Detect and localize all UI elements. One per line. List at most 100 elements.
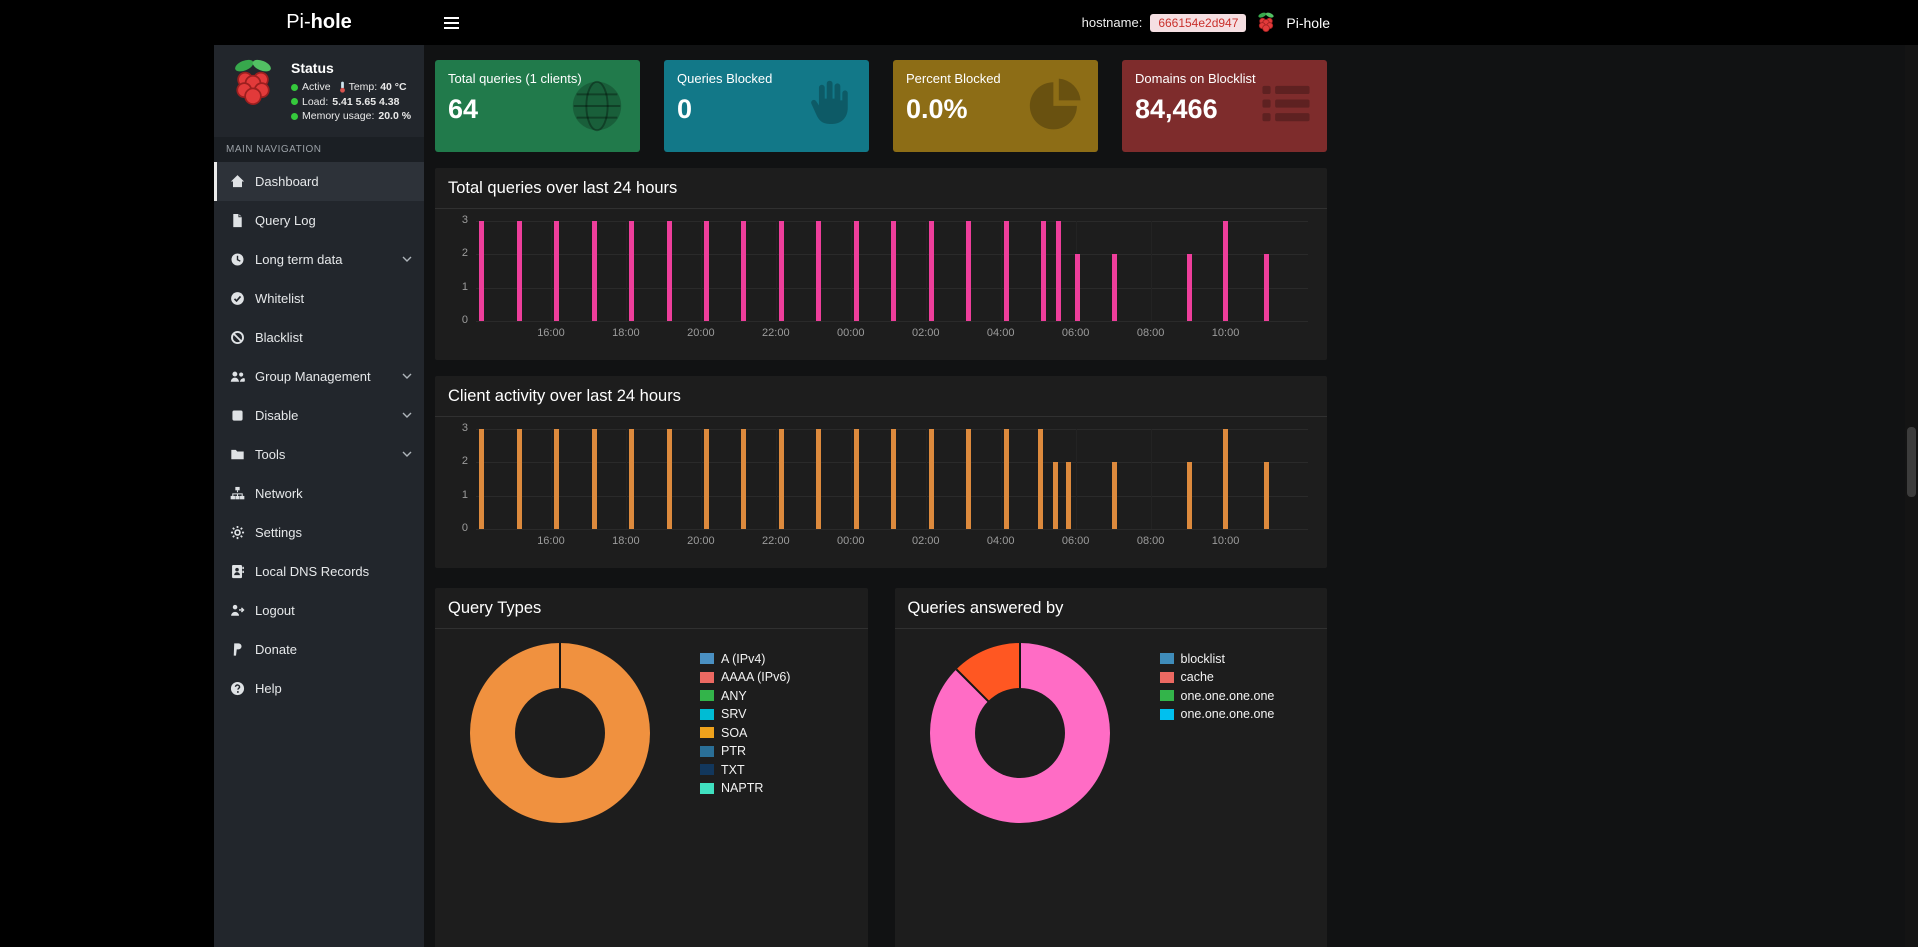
legend-item[interactable]: PTR: [700, 744, 790, 758]
sidebar-item-disable[interactable]: Disable: [214, 396, 424, 435]
legend-label: NAPTR: [721, 781, 763, 795]
bar: [779, 221, 784, 321]
y-tick-label: 1: [448, 281, 468, 293]
panel-divider: [435, 208, 1327, 209]
sidebar-item-label: Group Management: [255, 369, 371, 384]
v-gridline: [926, 221, 927, 321]
scrollbar-track[interactable]: [1905, 0, 1918, 947]
sidebar-item-label: Long term data: [255, 252, 342, 267]
x-tick-label: 16:00: [537, 535, 565, 547]
legend-item[interactable]: blocklist: [1160, 652, 1275, 666]
bar: [891, 221, 896, 321]
stat-card-percent-blocked: Percent Blocked0.0%: [893, 60, 1098, 152]
donut-hole: [515, 688, 605, 778]
bar: [854, 429, 859, 529]
sidebar-item-tools[interactable]: Tools: [214, 435, 424, 474]
sidebar-item-dashboard[interactable]: Dashboard: [214, 162, 424, 201]
query-types-legend: A (IPv4) AAAA (IPv6) ANY SRV SOA PTR TXT NAPTR: [700, 643, 790, 823]
sidebar-item-logout[interactable]: Logout: [214, 591, 424, 630]
v-gridline: [1151, 429, 1152, 529]
legend-item[interactable]: AAAA (IPv6): [700, 670, 790, 684]
y-tick-label: 2: [448, 247, 468, 259]
ban-icon: [230, 330, 245, 345]
legend-item[interactable]: one.one.one.one: [1160, 689, 1275, 703]
bar: [1056, 221, 1061, 321]
temp-wrap: Temp:40 °C: [339, 81, 407, 93]
status-line: ActiveTemp:40 °C: [291, 81, 411, 93]
status-lines: ActiveTemp:40 °CLoad:5.41 5.65 4.38Memor…: [291, 81, 411, 122]
legend-swatch: [700, 764, 714, 775]
x-tick-label: 20:00: [687, 535, 715, 547]
sidebar-item-group-management[interactable]: Group Management: [214, 357, 424, 396]
sidebar-item-label: Logout: [255, 603, 295, 618]
legend-item[interactable]: SOA: [700, 726, 790, 740]
legend-item[interactable]: TXT: [700, 763, 790, 777]
sidebar-item-network[interactable]: Network: [214, 474, 424, 513]
pihole-dashboard: Pi-hole hostname: 666154e2d947 Pi-hole S…: [0, 0, 1918, 947]
legend-item[interactable]: one.one.one.one: [1160, 707, 1275, 721]
home-icon: [230, 174, 245, 189]
legend-label: PTR: [721, 744, 746, 758]
sidebar-item-local-dns-records[interactable]: Local DNS Records: [214, 552, 424, 591]
sidebar-item-label: Settings: [255, 525, 302, 540]
bar: [1264, 462, 1269, 529]
sidebar-item-donate[interactable]: Donate: [214, 630, 424, 669]
pie-icon: [1028, 75, 1086, 138]
bar: [1112, 462, 1117, 529]
status-dot-icon: [291, 113, 298, 120]
sidebar-item-whitelist[interactable]: Whitelist: [214, 279, 424, 318]
bar: [554, 429, 559, 529]
file-icon: [230, 213, 245, 228]
v-gridline: [626, 221, 627, 321]
x-tick-label: 20:00: [687, 327, 715, 339]
client-activity-bar-chart: 012316:0018:0020:0022:0000:0002:0004:000…: [448, 425, 1314, 557]
bar: [592, 221, 597, 321]
x-tick-label: 18:00: [612, 535, 640, 547]
status-dot-icon: [291, 84, 298, 91]
legend-item[interactable]: NAPTR: [700, 781, 790, 795]
sidebar-item-settings[interactable]: Settings: [214, 513, 424, 552]
sidebar-item-blacklist[interactable]: Blacklist: [214, 318, 424, 357]
legend-item[interactable]: cache: [1160, 670, 1275, 684]
legend-item[interactable]: SRV: [700, 707, 790, 721]
sidebar-item-label: Donate: [255, 642, 297, 657]
signout-icon: [230, 603, 245, 618]
scrollbar-thumb[interactable]: [1907, 427, 1916, 497]
hostname-badge: 666154e2d947: [1150, 14, 1246, 32]
legend-swatch: [1160, 672, 1174, 683]
legend-item[interactable]: ANY: [700, 689, 790, 703]
bar: [667, 221, 672, 321]
status-line: Memory usage:20.0 %: [291, 110, 411, 122]
y-tick-label: 0: [448, 522, 468, 534]
bar: [891, 429, 896, 529]
panel-divider: [435, 416, 1327, 417]
bar: [741, 221, 746, 321]
topbar: Pi-hole hostname: 666154e2d947 Pi-hole: [0, 0, 1918, 45]
sidebar-brand[interactable]: Pi-hole: [214, 0, 424, 45]
status-dot-icon: [291, 98, 298, 105]
bar: [1066, 462, 1071, 529]
legend-swatch: [1160, 653, 1174, 664]
v-gridline: [626, 429, 627, 529]
bar: [1041, 221, 1046, 321]
legend-item[interactable]: A (IPv4): [700, 652, 790, 666]
left-gutter: [0, 45, 214, 947]
bar: [1264, 254, 1269, 321]
status-label: Memory usage:: [302, 110, 374, 122]
sidebar-item-help[interactable]: Help: [214, 669, 424, 708]
v-gridline: [1151, 221, 1152, 321]
stat-card-queries-blocked: Queries Blocked0: [664, 60, 869, 152]
x-tick-label: 02:00: [912, 327, 940, 339]
y-tick-label: 3: [448, 422, 468, 434]
sidebar-item-long-term-data[interactable]: Long term data: [214, 240, 424, 279]
bar: [1223, 429, 1228, 529]
sidebar: Status ActiveTemp:40 °CLoad:5.41 5.65 4.…: [214, 45, 424, 947]
sidebar-item-query-log[interactable]: Query Log: [214, 201, 424, 240]
sidebar-item-label: Blacklist: [255, 330, 303, 345]
hamburger-menu-icon[interactable]: [430, 0, 472, 45]
legend-swatch: [700, 653, 714, 664]
bar: [1004, 429, 1009, 529]
x-tick-label: 04:00: [987, 327, 1015, 339]
bar: [554, 221, 559, 321]
check-icon: [230, 291, 245, 306]
